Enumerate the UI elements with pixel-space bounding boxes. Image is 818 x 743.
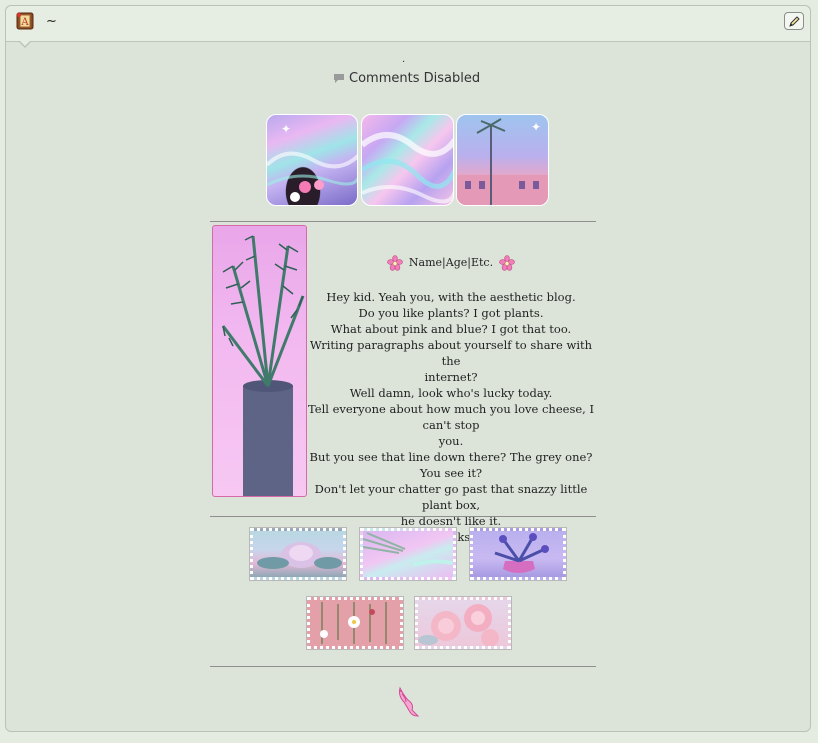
- bio-line: internet?: [424, 370, 478, 384]
- edit-button[interactable]: [784, 12, 804, 30]
- stamp-image-rose: [249, 527, 347, 581]
- stamp-image-pink-roses: [414, 596, 512, 650]
- divider-top: [210, 221, 596, 222]
- cherry-blossom-icon: [387, 255, 403, 271]
- speech-bubble-icon: [334, 74, 344, 83]
- header-image-hologram-swirl: [361, 114, 454, 206]
- stamp-image-pressed-flowers: [306, 596, 404, 650]
- book-icon[interactable]: A: [16, 12, 34, 30]
- header-pointer-inner: [19, 40, 31, 46]
- plant-portrait-image: [212, 225, 307, 497]
- comments-label: Comments Disabled: [349, 71, 481, 86]
- separator-dot: .: [402, 54, 406, 65]
- bio-line: Well damn, look who's lucky today.: [349, 386, 553, 400]
- svg-text:✦: ✦: [281, 122, 291, 136]
- comments-disabled-link[interactable]: Comments Disabled: [333, 71, 480, 86]
- svg-text:A: A: [20, 17, 29, 28]
- pencil-icon: [789, 16, 800, 27]
- bio-section: Name|Age|Etc. Hey kid. Yeah you, with th…: [305, 255, 597, 545]
- bio-line: you.: [438, 434, 464, 448]
- bio-line: Don't let your chatter go past that snaz…: [314, 482, 588, 512]
- stamp-image-palm-leaf: [359, 527, 457, 581]
- post-header: A ~: [6, 6, 810, 42]
- divider-middle: [210, 516, 596, 517]
- bio-title-row: Name|Age|Etc.: [305, 255, 597, 271]
- header-title: ~: [46, 14, 57, 29]
- bio-line: Writing paragraphs about yourself to sha…: [309, 338, 593, 368]
- bio-line: Tell everyone about how much you love ch…: [307, 402, 595, 432]
- cherry-blossom-icon: [499, 255, 515, 271]
- bio-line: But you see that line down there? The gr…: [309, 450, 593, 480]
- bio-title: Name|Age|Etc.: [408, 256, 494, 269]
- header-image-hologram-car: ✦: [266, 114, 358, 206]
- stamp-image-flytrap: [469, 527, 567, 581]
- svg-text:✦: ✦: [531, 120, 541, 134]
- header-image-hologram-palm: ✦: [456, 114, 549, 206]
- pink-bird-icon: [392, 686, 422, 722]
- bio-line: Hey kid. Yeah you, with the aesthetic bl…: [326, 290, 576, 304]
- bio-line: What about pink and blue? I got that too…: [330, 322, 572, 336]
- divider-bottom: [210, 666, 596, 667]
- bio-line: Do you like plants? I got plants.: [358, 306, 544, 320]
